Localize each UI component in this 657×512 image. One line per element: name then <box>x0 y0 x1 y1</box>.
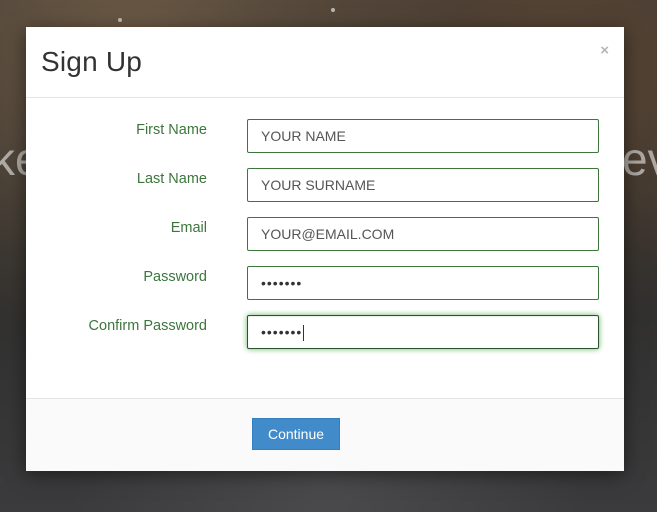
confirm-password-input[interactable]: ••••••• <box>247 315 599 349</box>
signup-modal: Sign Up × First Name YOUR NAME Last Name… <box>26 27 624 471</box>
email-row: Email YOUR@EMAIL.COM <box>26 217 624 251</box>
password-row: Password ••••••• <box>26 266 624 300</box>
modal-title: Sign Up <box>41 46 143 77</box>
text-caret <box>303 325 305 342</box>
last-name-input[interactable]: YOUR SURNAME <box>247 168 599 202</box>
background-text-right: ev <box>622 133 657 185</box>
first-name-value: YOUR NAME <box>261 128 346 144</box>
confirm-password-row: Confirm Password ••••••• <box>26 315 624 349</box>
first-name-input[interactable]: YOUR NAME <box>247 119 599 153</box>
email-value: YOUR@EMAIL.COM <box>261 226 395 242</box>
modal-footer: Continue <box>26 398 624 471</box>
background-light <box>118 18 122 22</box>
first-name-row: First Name YOUR NAME <box>26 119 624 153</box>
background-light <box>331 8 335 12</box>
continue-button[interactable]: Continue <box>252 418 340 450</box>
first-name-label: First Name <box>136 122 207 138</box>
signup-form: First Name YOUR NAME Last Name YOUR SURN… <box>26 98 624 398</box>
email-input[interactable]: YOUR@EMAIL.COM <box>247 217 599 251</box>
last-name-label: Last Name <box>136 171 207 187</box>
confirm-password-value: ••••••• <box>261 324 303 340</box>
password-input[interactable]: ••••••• <box>247 266 599 300</box>
last-name-row: Last Name YOUR SURNAME <box>26 168 624 202</box>
modal-header: Sign Up × <box>26 27 624 98</box>
last-name-value: YOUR SURNAME <box>261 177 376 193</box>
close-icon[interactable]: × <box>600 43 609 58</box>
email-label: Email <box>170 220 207 236</box>
confirm-password-label: Confirm Password <box>88 318 207 334</box>
password-value: ••••••• <box>261 275 303 291</box>
password-label: Password <box>143 269 207 285</box>
